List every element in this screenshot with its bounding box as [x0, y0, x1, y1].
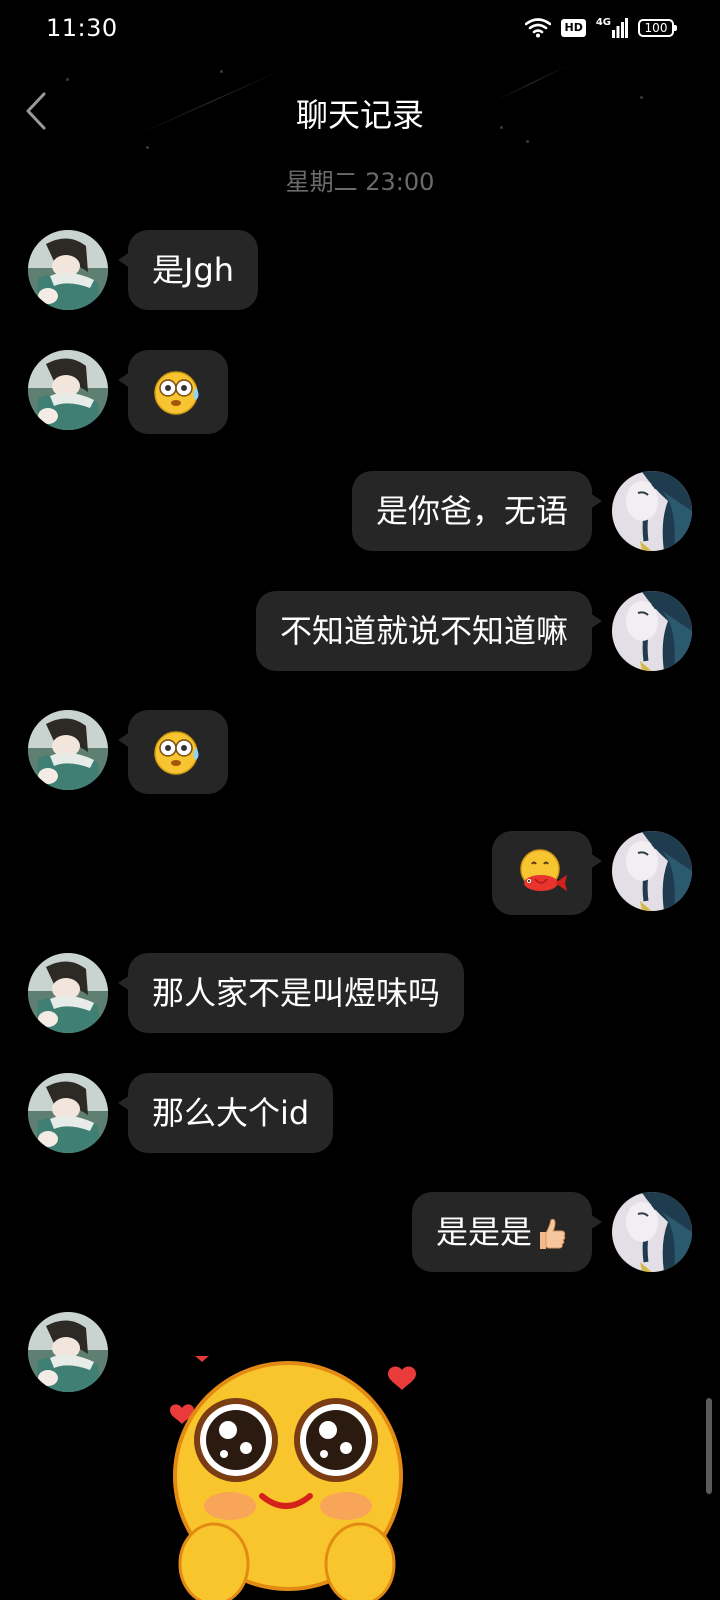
- decor-star: [220, 70, 223, 73]
- contact-avatar[interactable]: [28, 230, 108, 310]
- message-bubble[interactable]: 那么大个id: [117, 1073, 334, 1153]
- message-bubble[interactable]: 那人家不是叫煜味吗: [117, 953, 465, 1033]
- contact-avatar[interactable]: [28, 710, 108, 790]
- contact-avatar[interactable]: [28, 1312, 108, 1392]
- message-text: 是是是: [435, 1213, 532, 1251]
- thumbs-up-emoji: [540, 1218, 566, 1249]
- my-avatar[interactable]: [612, 591, 692, 671]
- scrollbar[interactable]: [706, 1398, 712, 1494]
- contact-avatar[interactable]: [28, 1073, 108, 1153]
- my-avatar[interactable]: [612, 831, 692, 911]
- adoring-hearts-sticker: [170, 1335, 416, 1600]
- decor-star: [146, 146, 149, 149]
- battery-indicator: 100: [638, 19, 677, 37]
- decor-star: [526, 140, 529, 143]
- emoji-message-bubble[interactable]: [118, 350, 228, 434]
- fish-eating-emoji: [520, 849, 567, 891]
- message-bubble[interactable]: 是Jgh: [117, 230, 259, 310]
- message-timestamp: 星期二 23:00: [285, 168, 435, 196]
- contact-avatar[interactable]: [28, 350, 108, 430]
- nervous-sweat-emoji: [154, 731, 199, 775]
- hd-voice-badge: HD: [561, 19, 586, 37]
- status-bar: 11:30 HD 4G 100: [0, 0, 720, 64]
- battery-level: 100: [644, 21, 668, 35]
- emoji-message-bubble[interactable]: [492, 831, 602, 915]
- message-bubble[interactable]: 是是是: [411, 1192, 603, 1272]
- page-title: 聊天记录: [295, 96, 424, 134]
- message-bubble[interactable]: 是你爸，无语: [351, 471, 603, 551]
- status-time: 11:30: [46, 14, 118, 42]
- cellular-signal: 4G: [596, 18, 628, 38]
- signal-bars-icon: [612, 18, 628, 38]
- status-icons: HD 4G 100: [525, 18, 677, 38]
- my-avatar[interactable]: [612, 471, 692, 551]
- wifi-icon: [525, 18, 552, 38]
- chat-history-screen: 11:30 HD 4G 100 聊天记录 星期二 23:00 是Jgh 是你爸，…: [0, 0, 720, 1600]
- contact-avatar[interactable]: [28, 953, 108, 1033]
- network-type-label: 4G: [595, 17, 611, 28]
- decor-star: [66, 78, 69, 81]
- message-bubble[interactable]: 不知道就说不知道嘛: [255, 591, 603, 671]
- my-avatar[interactable]: [612, 1192, 692, 1272]
- sticker-message[interactable]: [170, 1335, 440, 1600]
- nervous-sweat-emoji: [154, 371, 199, 415]
- emoji-message-bubble[interactable]: [118, 710, 228, 794]
